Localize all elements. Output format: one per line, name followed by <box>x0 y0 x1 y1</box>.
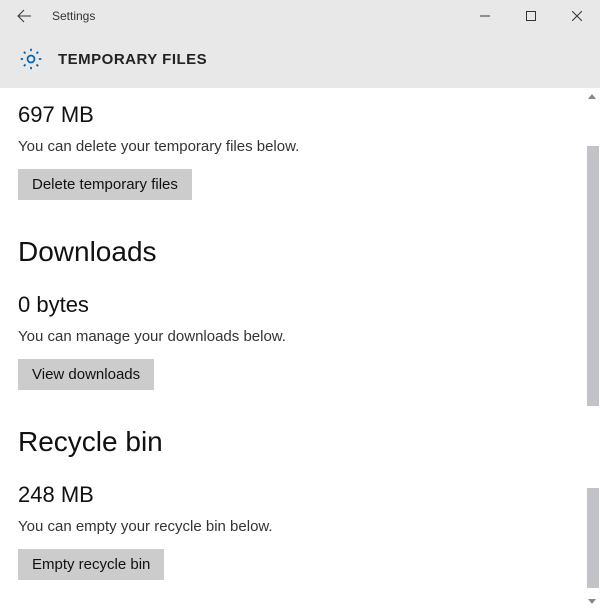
titlebar: Settings <box>0 0 600 32</box>
arrow-left-icon <box>16 8 32 24</box>
page-title: TEMPORARY FILES <box>58 51 207 68</box>
close-button[interactable] <box>554 0 600 32</box>
scroll-down-arrow-icon[interactable] <box>584 593 600 609</box>
back-button[interactable] <box>0 0 48 32</box>
scrollbar-thumb[interactable] <box>587 488 599 588</box>
close-icon <box>572 11 582 21</box>
downloads-heading: Downloads <box>18 236 582 268</box>
page-header: TEMPORARY FILES <box>0 32 600 88</box>
maximize-button[interactable] <box>508 0 554 32</box>
scroll-content: 697 MB You can delete your temporary fil… <box>0 88 600 609</box>
temp-files-desc: You can delete your temporary files belo… <box>18 138 582 155</box>
empty-recycle-bin-button[interactable]: Empty recycle bin <box>18 549 164 580</box>
recycle-bin-heading: Recycle bin <box>18 426 582 458</box>
window-controls <box>462 0 600 32</box>
minimize-button[interactable] <box>462 0 508 32</box>
scrollbar-thumb[interactable] <box>587 146 599 406</box>
gear-icon <box>18 46 44 72</box>
scrollbar[interactable] <box>584 88 600 609</box>
window-title: Settings <box>52 9 95 23</box>
recycle-bin-size: 248 MB <box>18 482 582 508</box>
delete-temp-files-button[interactable]: Delete temporary files <box>18 169 192 200</box>
temp-files-size: 697 MB <box>18 102 582 128</box>
downloads-size: 0 bytes <box>18 292 582 318</box>
scroll-up-arrow-icon[interactable] <box>584 88 600 104</box>
maximize-icon <box>526 11 536 21</box>
minimize-icon <box>480 11 490 21</box>
content-area: 697 MB You can delete your temporary fil… <box>0 88 600 609</box>
downloads-desc: You can manage your downloads below. <box>18 328 582 345</box>
recycle-bin-desc: You can empty your recycle bin below. <box>18 518 582 535</box>
view-downloads-button[interactable]: View downloads <box>18 359 154 390</box>
